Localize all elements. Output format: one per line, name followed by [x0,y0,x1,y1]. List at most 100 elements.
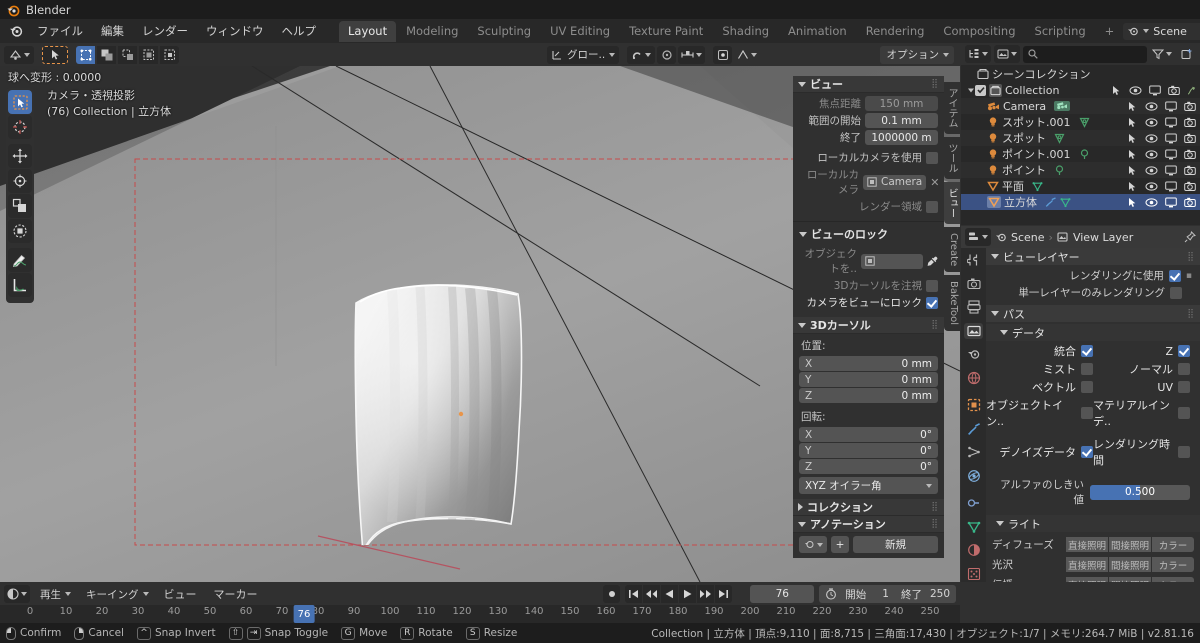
disable-in-viewports-icon[interactable] [1165,101,1177,112]
collection-expand-triangle-icon[interactable] [965,86,975,94]
outliner-row-plane[interactable]: 平面 [961,178,1200,194]
use-for-rendering-checkbox[interactable] [1168,269,1181,282]
tab-world[interactable] [964,370,983,387]
disable-in-viewports-icon[interactable] [1165,117,1177,128]
camera-data-icon[interactable] [1054,101,1071,111]
cursor-rotation-x[interactable]: X 0° [799,427,938,442]
disable-in-viewports-icon[interactable] [1149,85,1161,96]
timeline-editor-type-button[interactable] [4,585,30,603]
menu-render[interactable]: レンダー [133,21,197,41]
outliner-row-spot-001[interactable]: スポット.001 [961,114,1200,130]
diffuse-color-button[interactable]: カラー [1152,537,1194,552]
timeline-keying-menu[interactable]: キーイング [79,585,154,603]
collections-panel-header[interactable]: コレクション ⣿ [793,499,944,516]
select-mode-extend[interactable] [97,45,116,64]
select-mode-vertex[interactable] [76,45,95,64]
outliner-filter-button[interactable] [1150,45,1174,63]
sidebar-tab-tool[interactable]: ツール [944,137,960,179]
diffuse-indirect-button[interactable]: 間接照明 [1109,537,1152,552]
properties-editor-type-button[interactable] [965,228,991,246]
jump-to-start-button[interactable] [625,585,643,603]
outliner-row-point-001[interactable]: ポイント.001 [961,146,1200,162]
sidebar-tab-item[interactable]: アイテム [944,82,960,134]
outliner-search-input[interactable] [1023,45,1147,63]
diffuse-direct-button[interactable]: 直接照明 [1066,537,1109,552]
sidebar-tab-create[interactable]: Create [944,227,960,273]
measure-tool-icon[interactable] [8,273,32,297]
viewlayer-panel-header[interactable]: ビューレイヤー ⣿ [986,248,1200,265]
pass-denoising-data-checkbox[interactable] [1081,446,1093,458]
outliner-row-camera[interactable]: Camera [961,98,1200,114]
workspace-tab-layout[interactable]: Layout [339,20,397,42]
eyedropper-icon[interactable] [927,256,938,267]
disable-in-viewports-icon[interactable] [1165,133,1177,144]
transmission-direct-button[interactable]: 直接照明 [1066,577,1109,582]
frame-end-value[interactable]: 250 [930,588,950,600]
animate-property-dot-icon[interactable]: ▪ [1186,271,1192,281]
lock-camera-checkbox[interactable] [926,296,938,309]
light-data-icon[interactable] [1054,133,1065,144]
workspace-tab-modeling[interactable]: Modeling [397,21,467,42]
timeline-playback-menu[interactable]: 再生 [33,585,76,603]
hide-in-viewport-icon[interactable] [1145,133,1158,144]
interaction-mode-button[interactable] [42,45,68,64]
pass-vector-checkbox[interactable] [1081,381,1093,393]
tab-output[interactable] [964,299,983,316]
view-lock-subpanel-header[interactable]: ビューのロック [793,221,944,244]
outliner-row-point[interactable]: ポイント [961,162,1200,178]
scale-tool-icon[interactable] [8,194,32,218]
glossy-indirect-button[interactable]: 間接照明 [1109,557,1152,572]
menu-help[interactable]: ヘルプ [273,21,326,41]
hide-in-viewport-icon[interactable] [1145,197,1158,208]
workspace-tab-animation[interactable]: Animation [779,21,856,42]
tab-tool[interactable] [964,252,983,269]
data-subpanel-header[interactable]: データ [986,324,1200,341]
scene-selector[interactable]: Scene [1123,22,1200,40]
tab-object-data[interactable] [964,519,983,536]
jump-to-prev-keyframe-button[interactable] [643,585,661,603]
selectable-icon[interactable] [1127,165,1138,176]
select-mode-subtract[interactable] [118,45,137,64]
disable-in-viewports-icon[interactable] [1165,197,1177,208]
viewport-options-dropdown[interactable]: オプション [879,45,954,64]
tab-constraints[interactable] [964,495,983,512]
disable-in-renders-icon[interactable] [1184,149,1196,160]
cursor-tool-icon[interactable] [8,115,32,139]
sidebar-tab-view[interactable]: ビュー [944,182,960,224]
workspace-tab-uv-editing[interactable]: UV Editing [541,21,619,42]
select-mode-invert[interactable] [139,45,158,64]
disable-in-renders-icon[interactable] [1184,197,1196,208]
3d-viewport[interactable]: 球へ変形 : 0.0000 カメラ・透視投影 (76) Collection |… [0,66,960,582]
outliner-display-mode-button[interactable] [965,45,991,63]
breadcrumb-viewlayer-label[interactable]: View Layer [1073,231,1133,244]
annotation-new-button[interactable]: 新規 [853,536,938,553]
cursor-panel-header[interactable]: 3Dカーソル ⣿ [793,317,944,334]
light-data-icon[interactable] [1079,148,1090,160]
outliner-row-scene-collection[interactable]: シーンコレクション [961,66,1200,82]
disable-in-renders-icon[interactable] [1184,101,1196,112]
workspace-tab-compositing[interactable]: Compositing [934,21,1024,42]
tab-scene[interactable] [964,346,983,363]
disable-in-viewports-icon[interactable] [1165,165,1177,176]
outliner-row-collection[interactable]: Collection [961,82,1200,98]
disable-in-renders-icon[interactable] [1184,181,1196,192]
tab-physics[interactable] [964,468,983,485]
local-camera-use-checkbox[interactable] [926,151,938,164]
tab-render[interactable] [964,276,983,293]
pass-render-time-checkbox[interactable] [1178,446,1190,458]
selectable-icon[interactable] [1127,101,1138,112]
render-region-checkbox[interactable] [926,200,938,213]
transmission-indirect-button[interactable]: 間接照明 [1109,577,1152,582]
use-preview-range-icon[interactable] [825,588,837,600]
light-subpanel-header[interactable]: ライト [986,515,1200,532]
workspace-tab-scripting[interactable]: Scripting [1026,21,1095,42]
move-tool-icon[interactable] [8,144,32,168]
pass-combined-checkbox[interactable] [1081,345,1093,357]
light-data-icon[interactable] [1054,164,1065,176]
pass-uv-checkbox[interactable] [1178,381,1190,393]
timeline-playhead[interactable]: 76 [293,605,315,623]
pin-icon[interactable] [1184,231,1196,243]
snap-magnet-button[interactable] [627,45,656,64]
workspace-tab-add[interactable]: + [1096,21,1124,42]
light-data-icon[interactable] [1079,117,1090,128]
